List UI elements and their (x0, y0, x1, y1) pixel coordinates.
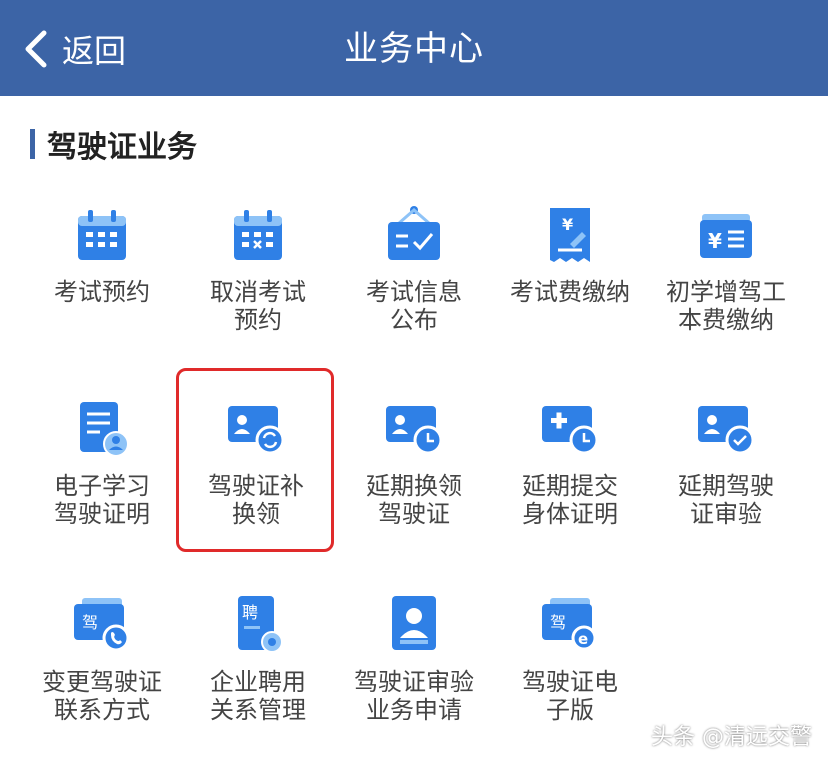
tile-review-application[interactable]: 驾驶证审验 业务申请 (339, 594, 489, 744)
id-card-clock-icon (386, 406, 443, 455)
section-title: 驾驶证业务 (47, 130, 197, 165)
tile-label: 考试预约 (54, 278, 150, 306)
document-user-icon (80, 402, 129, 457)
tile-label: 初学增驾工 本费缴纳 (666, 278, 786, 334)
tile-extend-license-review[interactable]: 延期驾驶 证审验 (651, 398, 801, 548)
tile-label: 企业聘用 关系管理 (210, 668, 306, 724)
tile-label: 变更驾驶证 联系方式 (42, 668, 162, 724)
svg-text:e: e (578, 630, 588, 648)
tile-e-learning-certificate[interactable]: 电子学习 驾驶证明 (27, 398, 177, 548)
tile-cancel-exam-booking[interactable]: 取消考试 预约 (183, 204, 333, 354)
receipt-yuan-icon: ¥ (550, 208, 590, 262)
page-title: 业务中心 (344, 29, 484, 69)
watermark: 头条 @清远交警 (651, 725, 812, 750)
svg-text:聘: 聘 (242, 603, 258, 622)
calendar-cancel-icon (234, 210, 282, 260)
id-card-refresh-icon (228, 406, 285, 455)
document-gear-icon: 聘 (238, 596, 283, 653)
medical-clock-icon (542, 406, 599, 455)
tile-label: 考试费缴纳 (510, 278, 630, 306)
svg-text:驾: 驾 (82, 613, 98, 632)
svg-text:驾: 驾 (550, 613, 566, 632)
tile-extend-health-certificate[interactable]: 延期提交 身体证明 (495, 398, 645, 548)
tile-electronic-license[interactable]: 驾 e 驾驶证电 子版 (495, 594, 645, 744)
svg-text:¥: ¥ (708, 229, 722, 253)
tile-label: 驾驶证电 子版 (522, 668, 618, 724)
tile-label: 电子学习 驾驶证明 (54, 472, 150, 528)
tile-extend-license-renewal[interactable]: 延期换领 驾驶证 (339, 398, 489, 548)
id-card-check-icon (698, 406, 755, 455)
section-accent-bar (30, 129, 35, 159)
top-nav-bar: 返回 业务中心 (0, 0, 828, 96)
tile-exam-fee-payment[interactable]: ¥ 考试费缴纳 (495, 204, 645, 354)
tile-label: 延期驾驶 证审验 (678, 472, 774, 528)
tile-label: 延期换领 驾驶证 (366, 472, 462, 528)
tile-label: 取消考试 预约 (210, 278, 306, 334)
tile-exam-info-notice[interactable]: 考试信息 公布 (339, 204, 489, 354)
card-phone-icon: 驾 (74, 598, 130, 652)
tile-label: 延期提交 身体证明 (522, 472, 618, 528)
tile-label: 驾驶证审验 业务申请 (354, 668, 474, 724)
tile-license-replacement[interactable]: 驾驶证补 换领 (181, 398, 331, 548)
card-e-icon: 驾 e (542, 598, 597, 651)
svg-text:¥: ¥ (562, 215, 573, 234)
tile-learner-fee-payment[interactable]: ¥ 初学增驾工 本费缴纳 (651, 204, 801, 354)
wallet-yuan-icon: ¥ (700, 214, 752, 258)
tile-label: 驾驶证补 换领 (208, 472, 304, 528)
id-badge-icon (392, 596, 436, 650)
tile-exam-booking[interactable]: 考试预约 (27, 204, 177, 354)
tile-employment-management[interactable]: 聘 企业聘用 关系管理 (183, 594, 333, 744)
notice-board-icon (388, 206, 440, 260)
tile-change-contact[interactable]: 驾 变更驾驶证 联系方式 (27, 594, 177, 744)
tile-label: 考试信息 公布 (366, 278, 462, 334)
section-header: 驾驶证业务 (30, 128, 197, 165)
calendar-icon (78, 210, 126, 260)
